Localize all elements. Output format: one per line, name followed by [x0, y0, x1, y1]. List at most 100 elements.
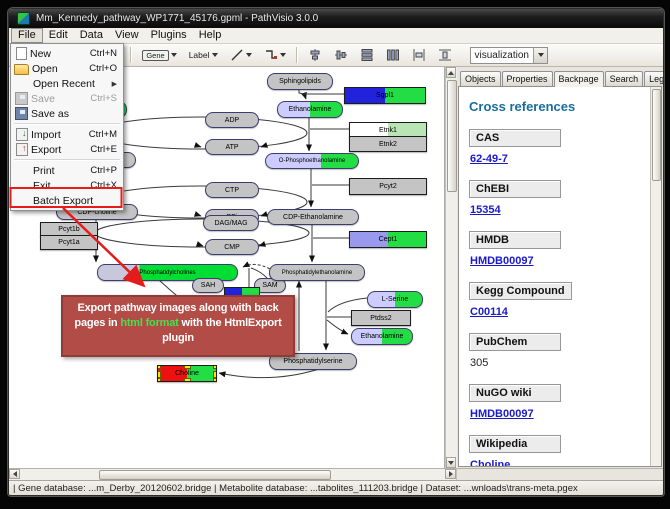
file-menu-item-open[interactable]: OpenCtrl+O [11, 61, 123, 76]
file-menu-item-import[interactable]: ImportCtrl+M [11, 127, 123, 142]
pathway-node-ptdss2[interactable]: Ptdss2 [351, 310, 411, 326]
pathway-node-sphingolipids[interactable]: Sphingolipids [267, 73, 333, 90]
file-menu-item-save[interactable]: SaveCtrl+S [11, 91, 123, 106]
menu-file[interactable]: File [11, 28, 43, 43]
pathway-node-dag-mag[interactable]: DAG/MAG [203, 215, 259, 231]
menu-edit[interactable]: Edit [43, 28, 74, 43]
distribute-vertical-button[interactable] [356, 46, 378, 65]
selection-handle[interactable] [157, 378, 161, 382]
tab-backpage[interactable]: Backpage [554, 71, 604, 87]
xref-value: C00114 [470, 306, 642, 318]
pathway-node-ctp[interactable]: CTP [205, 182, 259, 198]
pathway-node-etnk2[interactable]: Etnk2 [349, 136, 427, 152]
xref-title: HMDB [469, 231, 561, 249]
sidebar-body: Cross references CAS62-49-7ChEBI15354HMD… [458, 86, 662, 467]
menu-plugins[interactable]: Plugins [145, 28, 193, 43]
file-menu-item-new[interactable]: NewCtrl+N [11, 46, 123, 61]
toolbar-separator [130, 47, 132, 63]
scroll-right-button[interactable] [445, 469, 456, 479]
selection-handle[interactable] [157, 371, 161, 378]
node-label: ATP [225, 144, 238, 151]
sidebar-scrollbar[interactable] [650, 87, 661, 466]
file-menu-item-print[interactable]: PrintCtrl+P [11, 163, 123, 178]
distribute-vertical-icon [360, 48, 374, 62]
scrollbar-thumb[interactable] [652, 89, 661, 181]
canvas-horizontal-scrollbar[interactable] [9, 469, 457, 480]
pathway-node-pcyt1a[interactable]: Pcyt1a [40, 235, 98, 250]
visualization-combobox[interactable]: visualization [470, 47, 548, 64]
pathway-node-cept1[interactable]: Cept1 [349, 231, 427, 248]
align-center-y-button[interactable] [330, 46, 352, 65]
file-menu-item-shortcut: Ctrl+P [90, 165, 117, 176]
pathway-node-phosphatidylethanolamine[interactable]: Phosphatidylethanolamine [269, 264, 365, 281]
xref-section-kegg-compound: Kegg CompoundC00114 [469, 281, 642, 318]
file-menu-item-save-as[interactable]: Save as [11, 106, 123, 121]
connector-tool-button[interactable] [260, 46, 290, 65]
xref-link[interactable]: HMDB00097 [470, 255, 534, 267]
xref-link[interactable]: C00114 [470, 306, 508, 318]
menu-separator [14, 159, 120, 161]
pathway-node-ethanolamine[interactable]: Ethanolamine [351, 328, 413, 345]
pathway-node-l-serine[interactable]: L-Serine [367, 291, 423, 308]
import-icon [16, 128, 28, 141]
scrollbar-thumb[interactable] [447, 80, 457, 192]
window-title: Mm_Kennedy_pathway_WP1771_45176.gpml - P… [36, 13, 318, 24]
file-menu-item-shortcut: Ctrl+S [90, 93, 117, 104]
xref-link[interactable]: HMDB00097 [470, 408, 534, 420]
pathway-node-adp[interactable]: ADP [205, 112, 259, 128]
scroll-down-button[interactable] [446, 457, 456, 468]
pathway-node-pcyt2[interactable]: Pcyt2 [349, 178, 427, 195]
menu-help[interactable]: Help [193, 28, 228, 43]
scroll-up-button[interactable] [446, 67, 456, 78]
scrollbar-thumb[interactable] [99, 470, 331, 480]
tab-properties[interactable]: Properties [502, 71, 553, 86]
xref-section-nugo-wiki: NuGO wikiHMDB00097 [469, 383, 642, 420]
distribute-horizontal-button[interactable] [382, 46, 404, 65]
scroll-left-button[interactable] [9, 469, 20, 479]
common-width-icon [412, 48, 426, 62]
tab-objects[interactable]: Objects [460, 71, 501, 86]
pathway-node-sah[interactable]: SAH [192, 278, 224, 293]
line-tool-icon [230, 48, 244, 62]
file-menu-item-label: Open [32, 63, 83, 75]
canvas-vertical-scrollbar[interactable] [445, 67, 457, 468]
file-menu-item-exit[interactable]: ExitCtrl+X [11, 178, 123, 193]
pathway-node-ethanolamine[interactable]: Ethanolamine [277, 101, 343, 118]
selection-handle[interactable] [184, 365, 191, 369]
file-menu-item-shortcut: Ctrl+E [90, 144, 117, 155]
xref-link[interactable]: 15354 [470, 204, 501, 216]
xref-link[interactable]: Choline [470, 459, 510, 466]
xref-link[interactable]: 62-49-7 [470, 153, 508, 165]
common-height-button[interactable] [434, 46, 456, 65]
align-center-x-button[interactable] [304, 46, 326, 65]
title-bar[interactable]: Mm_Kennedy_pathway_WP1771_45176.gpml - P… [9, 9, 663, 28]
visualization-dropdown-button[interactable] [533, 48, 547, 63]
node-label: Phosphatidylcholines [139, 270, 195, 276]
visualization-value: visualization [471, 50, 533, 61]
pathway-node-choline[interactable]: Choline [157, 365, 217, 382]
pathway-node-sgpl1[interactable]: Sgpl1 [344, 87, 426, 104]
pathway-node-cdp-ethanolamine[interactable]: CDP-Ethanolamine [267, 209, 359, 225]
tab-legend[interactable]: Legend [644, 71, 664, 86]
selection-handle[interactable] [157, 365, 161, 369]
pathway-node-o-phosphoethanolamine[interactable]: O-Phosphoethanolamine [265, 153, 359, 169]
datanode-tool-button[interactable]: Gene [138, 46, 180, 65]
file-menu-item-label: Batch Export [33, 195, 111, 207]
selection-handle[interactable] [213, 378, 217, 382]
common-width-button[interactable] [408, 46, 430, 65]
pathway-node-atp[interactable]: ATP [205, 139, 259, 155]
line-tool-button[interactable] [226, 46, 256, 65]
file-menu-item-export[interactable]: ExportCtrl+E [11, 142, 123, 157]
pathway-node-cmp[interactable]: CMP [205, 239, 259, 255]
selection-handle[interactable] [213, 365, 217, 369]
file-menu-item-batch-export[interactable]: Batch Export [11, 193, 123, 208]
xref-value: 305 [470, 357, 642, 369]
label-tool-button[interactable]: Label [185, 46, 222, 65]
file-menu-item-open-recent[interactable]: Open Recent▶ [11, 76, 123, 91]
tab-search[interactable]: Search [605, 71, 644, 86]
menu-data[interactable]: Data [74, 28, 109, 43]
selection-handle[interactable] [213, 371, 217, 378]
menu-view[interactable]: View [109, 28, 145, 43]
selection-handle[interactable] [184, 378, 191, 382]
annotation-highlight: html format [120, 317, 178, 329]
